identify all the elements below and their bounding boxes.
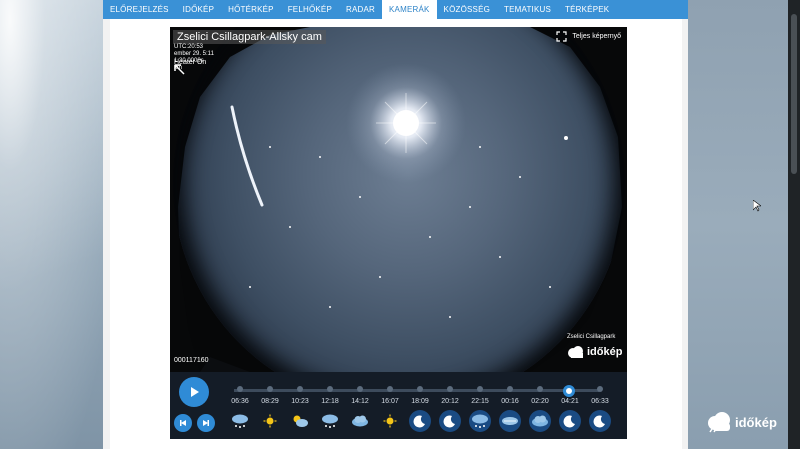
nav-item-kamerak[interactable]: KAMERÁK [382,0,437,19]
timeline-time-label: 00:16 [501,398,519,405]
background-right-panel [688,0,788,449]
timeline-time-label: 16:07 [381,398,399,405]
nav-item-hoterkep[interactable]: HŐTÉRKÉP [221,0,281,19]
moon-icon[interactable] [439,410,461,432]
cloud-logo-icon [568,346,583,358]
timeline-tick[interactable] [267,386,273,392]
timeline-tick[interactable] [417,386,423,392]
background-sun-glare [0,0,110,449]
horizon-vignette [173,27,625,372]
timeline-handle[interactable] [563,385,576,397]
timeline-tick[interactable] [537,386,543,392]
timeline-tick[interactable] [357,386,363,392]
sun-cloud-icon[interactable] [289,410,311,432]
timeline-time-label: 04:21 [561,398,579,405]
snow-cloud-icon[interactable] [229,410,251,432]
timeline-time-label: 18:09 [411,398,429,405]
cloud-logo-icon [708,412,730,433]
nav-item-felhokep[interactable]: FELHŐKÉP [281,0,339,19]
station-label: Zselici Csillagpark [567,334,616,340]
back-arrow-icon[interactable] [172,62,186,76]
prev-frame-button[interactable] [174,414,192,432]
timeline-time-label: 22:15 [471,398,489,405]
skip-forward-icon [203,420,209,426]
nav-item-idokep[interactable]: IDŐKÉP [176,0,221,19]
moon-icon[interactable] [559,410,581,432]
mouse-cursor-icon [753,200,761,212]
timeline-tick[interactable] [237,386,243,392]
brand-text: időkép [735,414,777,430]
sun-icon[interactable] [379,410,401,432]
brand-logo[interactable]: időkép [706,411,777,433]
nav-item-terkepek[interactable]: TÉRKÉPEK [558,0,616,19]
timeline-tick[interactable] [507,386,513,392]
skip-back-icon [180,420,186,426]
scrollbar-thumb[interactable] [791,14,797,174]
timeline-time-label: 08:29 [261,398,279,405]
play-icon [191,387,199,397]
nav-item-elorejelzes[interactable]: ELŐREJELZÉS [103,0,176,19]
camera-watermark-logo: időkép [567,345,622,359]
timeline-tick[interactable] [297,386,303,392]
cloud-icon[interactable] [529,410,551,432]
camera-logo-text: időkép [587,346,623,358]
moon-cloud-icon[interactable] [499,410,521,432]
image-id: 000117160 [174,357,209,364]
timeline-tick[interactable] [597,386,603,392]
nav-item-tematikus[interactable]: TEMATIKUS [497,0,558,19]
fullscreen-button[interactable]: Teljes képernyő [556,31,621,42]
timeline-time-label: 20:12 [441,398,459,405]
fullscreen-label: Teljes képernyő [572,33,621,40]
window-scrollbar[interactable] [788,0,800,449]
nav-item-radar[interactable]: RADAR [339,0,382,19]
moon-icon[interactable] [409,410,431,432]
main-nav: ELŐREJELZÉS IDŐKÉP HŐTÉRKÉP FELHŐKÉP RAD… [103,0,688,19]
timeline-time-label: 12:18 [321,398,339,405]
timeline-time-label: 06:36 [231,398,249,405]
timeline-tick[interactable] [477,386,483,392]
timeline-time-label: 06:33 [591,398,609,405]
timeline-tick[interactable] [327,386,333,392]
timeline-controls: 06:36 08:29 10:23 12:18 14:12 16:07 18:09 20:12… [170,372,627,439]
cloud-icon[interactable] [349,410,371,432]
play-button[interactable] [179,377,209,407]
snow-cloud-icon[interactable] [469,410,491,432]
camera-image[interactable]: Zselici Csillagpark-Allsky cam UTC:20:53… [170,27,627,372]
timeline-time-label: 02:20 [531,398,549,405]
nav-item-kozosseg[interactable]: KÖZÖSSÉG [437,0,498,19]
timeline-tick[interactable] [447,386,453,392]
meta-line: ember 29. 5:11 [174,51,214,57]
timeline-tick[interactable] [387,386,393,392]
sun-icon[interactable] [259,410,281,432]
fullscreen-icon [556,31,567,42]
camera-title: Zselici Csillagpark-Allsky cam [173,30,326,44]
moon-icon[interactable] [589,410,611,432]
next-frame-button[interactable] [197,414,215,432]
snow-cloud-icon[interactable] [319,410,341,432]
timeline-time-label: 10:23 [291,398,309,405]
timeline-time-label: 14:12 [351,398,369,405]
meta-line: UTC:20:53 [174,44,204,50]
